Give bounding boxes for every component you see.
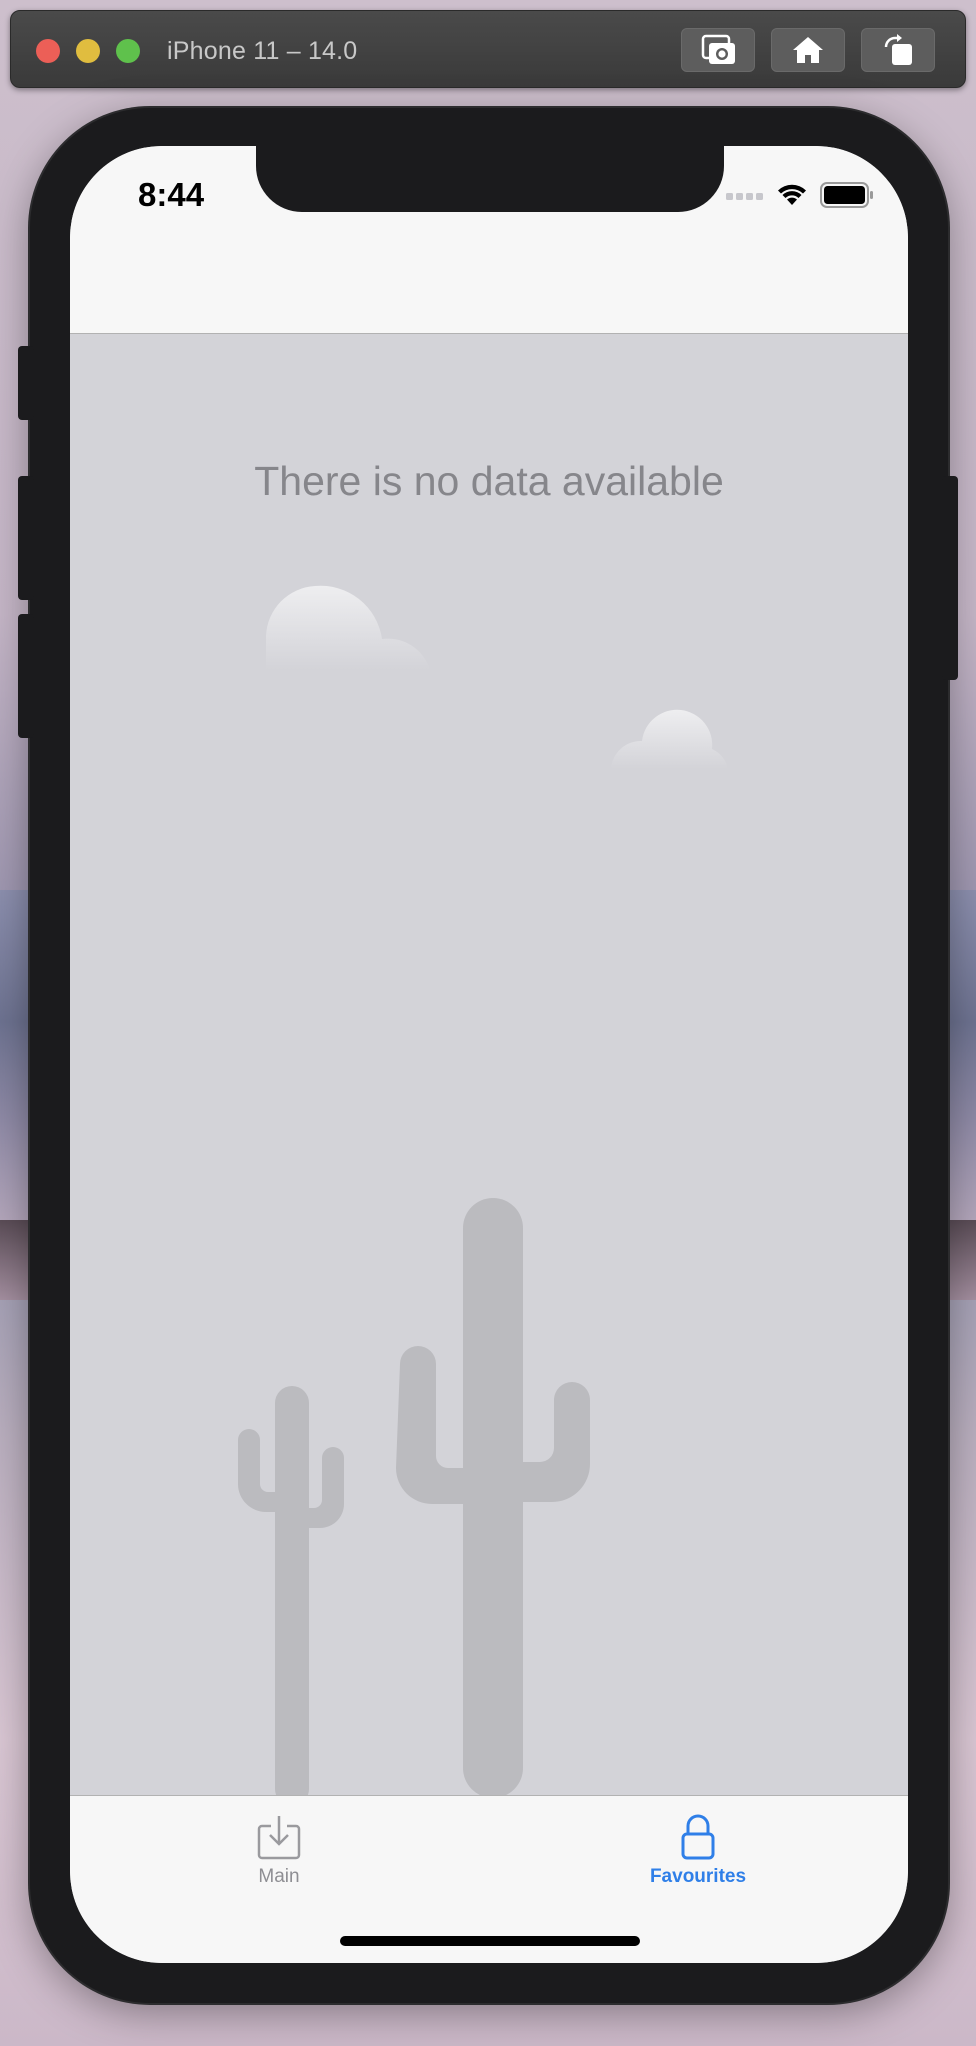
tab-favourites-label: Favourites (649, 1866, 747, 1887)
camera-icon (701, 34, 735, 64)
window-close-button[interactable] (36, 39, 60, 63)
window-maximize-button[interactable] (116, 39, 140, 63)
status-icons (726, 182, 874, 208)
cloud-icon (611, 709, 728, 769)
phone-screen: 8:44 There is no data available Main Fav… (70, 146, 908, 1963)
download-tray-icon (257, 1816, 301, 1860)
content-area: There is no data available (70, 334, 908, 1795)
screenshot-button[interactable] (681, 28, 755, 72)
home-icon (793, 37, 823, 63)
window-minimize-button[interactable] (76, 39, 100, 63)
cellular-signal-icon (726, 193, 763, 200)
home-indicator[interactable] (340, 1936, 640, 1946)
tab-main-label: Main (258, 1866, 300, 1887)
notch (256, 146, 724, 212)
cactus-icon (238, 1386, 344, 1795)
cloud-icon (266, 585, 430, 670)
volume-down-button (18, 614, 34, 738)
power-button (942, 476, 958, 680)
simulator-title: iPhone 11 – 14.0 (167, 37, 358, 65)
rotate-icon (884, 34, 912, 65)
rotate-button[interactable] (861, 28, 935, 72)
cactus-icon (396, 1198, 590, 1795)
ringer-switch (18, 346, 34, 420)
simulator-titlebar: iPhone 11 – 14.0 (10, 10, 966, 88)
home-button[interactable] (771, 28, 845, 72)
battery-icon (820, 182, 873, 208)
status-time: 8:44 (138, 176, 205, 213)
volume-up-button (18, 476, 34, 600)
wifi-icon (778, 184, 806, 205)
lock-icon (681, 1814, 715, 1860)
tab-main[interactable]: Main (179, 1814, 379, 1904)
tab-favourites[interactable]: Favourites (598, 1814, 798, 1904)
empty-state-illustration (238, 585, 728, 1795)
